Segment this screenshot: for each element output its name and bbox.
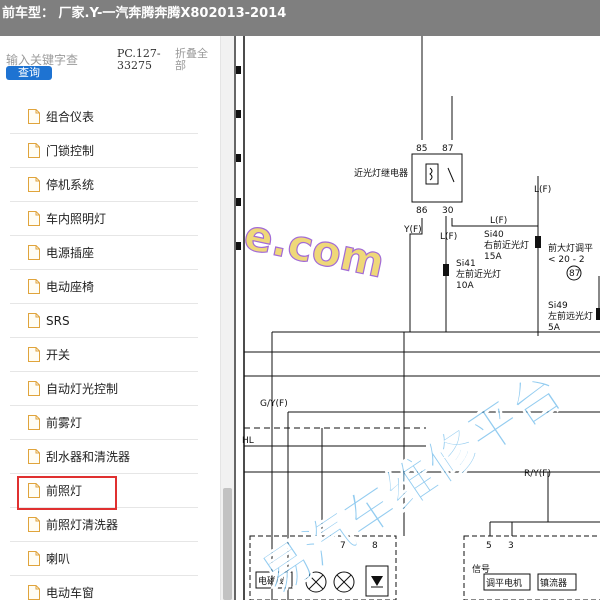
fuse-si49 <box>596 308 600 320</box>
fuse-si40-amp: 15A <box>484 252 502 262</box>
tree-item-label: 车内照明灯 <box>46 212 107 226</box>
wire-lf-3: L(F) <box>534 185 551 195</box>
tree-item-label: 开关 <box>46 348 71 362</box>
tree-item-label: 刮水器和清洗器 <box>46 450 131 464</box>
wire-gyf: G/Y(F) <box>260 399 288 409</box>
pin-86: 86 <box>416 206 428 216</box>
dimmer-range: < 20 - 2 <box>548 255 585 265</box>
document-icon <box>28 381 40 396</box>
tree-item[interactable]: 喇叭 <box>10 542 198 576</box>
tree-item[interactable]: 组合仪表 <box>10 100 198 134</box>
tree-item-label: 前照灯 <box>46 484 83 498</box>
document-icon <box>28 279 40 294</box>
document-icon <box>28 245 40 260</box>
tree-item[interactable]: 电动车窗 <box>10 576 198 600</box>
wire-hl: HL <box>242 436 254 446</box>
signal-label: 信号 <box>472 563 490 575</box>
document-icon <box>28 313 40 328</box>
document-icon <box>28 143 40 158</box>
fuse-si40 <box>535 236 541 248</box>
tree-item[interactable]: 前照灯清洗器 <box>10 508 198 542</box>
tree-item[interactable]: 前照灯 <box>10 474 198 510</box>
tree-item-label: 门锁控制 <box>46 144 95 158</box>
tree-item[interactable]: 停机系统 <box>10 168 198 202</box>
pin-87: 87 <box>442 144 453 154</box>
tree-item[interactable]: 电动座椅 <box>10 270 198 304</box>
pin-30: 30 <box>442 206 454 216</box>
ballast-label: 镇流器 <box>540 577 567 589</box>
frame-mark <box>236 154 241 162</box>
tree-item[interactable]: 开关 <box>10 338 198 372</box>
tree-item[interactable]: 电源插座 <box>10 236 198 270</box>
fuse-si41-name: 左前近光灯 <box>456 268 501 280</box>
query-button[interactable]: 查询 <box>6 66 52 80</box>
document-icon <box>28 585 40 600</box>
fuse-si41 <box>443 264 449 276</box>
relay-label: 近光灯继电器 <box>354 167 408 179</box>
wiring-diagram-viewer[interactable]: 85 87 86 30 近光灯继电器 Y(F) L(F) L(F) L(F) S… <box>234 36 600 600</box>
dimmer-pin: 87 <box>569 269 580 279</box>
tree-item-label: 停机系统 <box>46 178 95 192</box>
motor-label: 调平电机 <box>486 577 522 589</box>
fuse-si41-amp: 10A <box>456 281 474 291</box>
tree-item-label: 电动座椅 <box>46 280 95 294</box>
tree-item-label: SRS <box>46 313 70 328</box>
tree-item[interactable]: 前雾灯 <box>10 406 198 440</box>
sidebar: 查询 PC.127-33275 折叠全部 组合仪表门锁控制停机系统车内照明灯电源… <box>0 36 234 600</box>
search-row: 查询 PC.127-33275 折叠全部 <box>0 36 222 94</box>
wire-lf-2: L(F) <box>440 232 457 242</box>
frame-mark <box>236 66 241 74</box>
tree-item[interactable]: 刮水器和清洗器 <box>10 440 198 474</box>
wire-yf: Y(F) <box>403 225 422 235</box>
frame-mark <box>236 110 241 118</box>
connector-5: 5 <box>486 541 492 551</box>
tree-item-label: 电源插座 <box>46 246 95 260</box>
title-bar: 前车型： 厂家.Y-一汽奔腾奔腾X802013-2014 <box>0 0 600 36</box>
pin-85: 85 <box>416 144 427 154</box>
document-icon <box>28 415 40 430</box>
fuse-si40-name: 右前近光灯 <box>484 239 529 251</box>
tree-item-label: 电动车窗 <box>46 586 95 600</box>
document-icon <box>28 347 40 362</box>
wire-lf-1: L(F) <box>490 216 507 226</box>
tree-item[interactable]: SRS <box>10 304 198 338</box>
tree-item-label: 组合仪表 <box>46 110 95 124</box>
tree-item-label: 喇叭 <box>46 552 71 566</box>
document-icon <box>28 517 40 532</box>
tree-list: 组合仪表门锁控制停机系统车内照明灯电源插座电动座椅 SRS 开关自动灯光控制 前雾灯刮… <box>0 100 222 600</box>
dimmer-label: 前大灯调平 <box>548 242 593 254</box>
frame-mark <box>236 242 241 250</box>
tree-item-label: 前雾灯 <box>46 416 83 430</box>
wiring-diagram: 85 87 86 30 近光灯继电器 Y(F) L(F) L(F) L(F) S… <box>236 36 600 600</box>
vehicle-title: 前车型： 厂家.Y-一汽奔腾奔腾X802013-2014 <box>2 6 287 21</box>
scrollbar-thumb[interactable] <box>223 488 232 600</box>
fuse-si49-id: Si49 <box>548 301 568 311</box>
frame-mark <box>236 198 241 206</box>
document-icon <box>28 177 40 192</box>
tree-item[interactable]: 自动灯光控制 <box>10 372 198 406</box>
fuse-si40-id: Si40 <box>484 230 504 240</box>
tree-item[interactable]: 门锁控制 <box>10 134 198 168</box>
document-icon <box>28 483 40 498</box>
document-icon <box>28 211 40 226</box>
watermark-main: 易汽车维修平台 <box>250 362 573 600</box>
tree-item-label: 自动灯光控制 <box>46 382 119 396</box>
relay-box <box>411 153 463 203</box>
document-icon <box>28 109 40 124</box>
collapse-all-button[interactable]: 折叠全部 <box>175 48 215 72</box>
connector-3: 3 <box>508 541 514 551</box>
wire-ryf: R/Y(F) <box>524 469 551 479</box>
watermark-domain: e.com <box>240 210 389 287</box>
document-icon <box>28 551 40 566</box>
fuse-si49-name: 左前远光灯 <box>548 310 593 322</box>
tree-item[interactable]: 车内照明灯 <box>10 202 198 236</box>
pc-code-label: PC.127-33275 <box>117 47 161 72</box>
tree-item-label: 前照灯清洗器 <box>46 518 119 532</box>
document-icon <box>28 449 40 464</box>
sidebar-scrollbar[interactable] <box>220 36 234 600</box>
fuse-si41-id: Si41 <box>456 259 476 269</box>
relay-coil <box>425 163 439 185</box>
